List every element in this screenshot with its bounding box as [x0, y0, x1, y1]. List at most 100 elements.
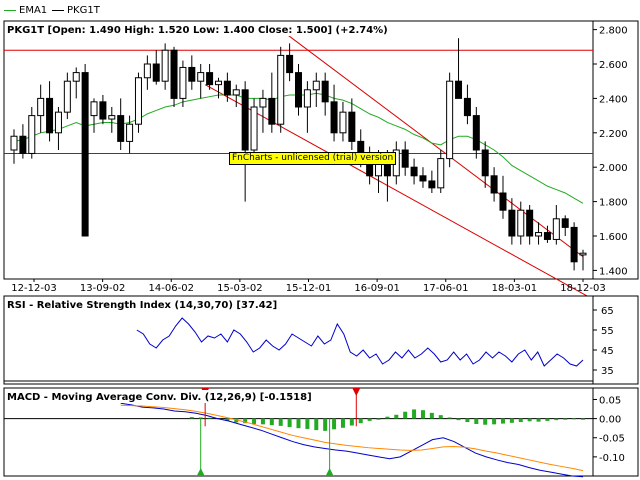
macd-histogram-bar — [447, 417, 452, 419]
macd-histogram-bar — [456, 418, 461, 421]
candle-body — [321, 80, 329, 103]
macd-histogram-bar — [509, 418, 514, 423]
macd-histogram-bar — [305, 418, 310, 429]
price-x-tick-label: 18-12-03 — [560, 283, 605, 294]
candle-body — [170, 49, 178, 99]
candle-body — [143, 63, 151, 79]
candle-body — [561, 218, 569, 228]
candle-body — [312, 80, 320, 91]
candle-body — [463, 97, 471, 117]
price-y-tick-label: 2.200 — [599, 129, 628, 140]
macd-histogram-bar — [438, 415, 443, 419]
macd-histogram-bar — [429, 412, 434, 419]
price-y-tick-label: 2.000 — [599, 163, 628, 174]
price-y-tick-label: 1.400 — [599, 266, 628, 277]
candle-body — [37, 97, 45, 117]
macd-panel: 0.05 0.00 -0.05 -0.10 MACD - Moving Average … — [3, 387, 639, 478]
candle-body — [472, 115, 480, 151]
rsi-y-tick-label: 65 — [601, 306, 614, 317]
macd-histogram-bar — [269, 418, 274, 426]
candle-body — [295, 72, 302, 108]
rsi-y-tick-label: 55 — [601, 326, 614, 337]
candle-body — [223, 80, 231, 96]
macd-histogram-bar — [349, 418, 354, 426]
candle-body — [437, 158, 445, 189]
price-x-tick-label: 15-03-02 — [217, 283, 262, 294]
macd-histogram-bar — [518, 418, 523, 423]
macd-histogram-bar — [536, 418, 541, 422]
candle-body — [535, 232, 543, 237]
price-x-tick-label: 17-06-01 — [423, 283, 468, 294]
candle-body — [214, 80, 222, 86]
candle-body — [481, 149, 489, 177]
price-y-tick-label: 2.400 — [599, 94, 628, 105]
chart-window: EMA1 PKG1T 2.800 2.600 2.400 2.200 2.000 1.80… — [0, 0, 640, 480]
candle-body — [197, 72, 205, 82]
macd-histogram-bar — [323, 418, 328, 431]
price-y-tick-label: 2.600 — [599, 60, 628, 71]
candle-body — [117, 115, 125, 142]
candle-body — [161, 49, 169, 82]
candle-body — [63, 80, 71, 113]
candle-body — [188, 66, 196, 82]
price-chart: 2.800 2.600 2.400 2.200 2.000 1.800 1.600 1.400… — [3, 20, 639, 478]
candle-body — [508, 209, 516, 237]
candle-body — [286, 54, 294, 74]
macd-histogram-bar — [296, 418, 301, 429]
macd-histogram-bar — [492, 418, 497, 425]
macd-histogram-bar — [465, 418, 470, 423]
candle-body — [499, 192, 507, 211]
macd-y-tick-label: 0.05 — [599, 395, 621, 406]
macd-histogram-bar — [332, 418, 337, 430]
price-x-tick-label: 13-09-02 — [80, 283, 125, 294]
candle-body — [259, 97, 267, 108]
candle-body — [126, 123, 134, 142]
candle-body — [410, 166, 418, 177]
macd-histogram-bar — [572, 418, 577, 420]
candle-body — [108, 115, 116, 120]
macd-histogram-bar — [554, 418, 559, 421]
candle-body — [446, 80, 454, 160]
price-y-tick-label: 2.800 — [599, 26, 628, 37]
macd-histogram-bar — [527, 418, 532, 422]
candle-body — [268, 97, 276, 125]
macd-y-tick-label: -0.05 — [599, 434, 625, 445]
macd-histogram-bar — [340, 418, 345, 428]
candle-body — [303, 89, 311, 108]
rsi-panel: 65 55 45 35 RSI - Relative Strength Index (1… — [3, 295, 639, 385]
candle-body — [570, 226, 578, 263]
macd-histogram-bar — [394, 414, 399, 419]
candle-body — [10, 135, 18, 151]
candle-body — [90, 101, 98, 117]
price-x-tick-label: 12-12-03 — [11, 283, 56, 294]
candle-body — [339, 111, 347, 134]
macd-histogram-bar — [287, 418, 292, 428]
macd-histogram-bar — [500, 418, 505, 424]
candle-body — [28, 115, 36, 154]
price-y-tick-label: 1.800 — [599, 198, 628, 209]
macd-histogram-bar — [252, 418, 257, 424]
macd-histogram-bar — [189, 417, 194, 419]
candle-body — [99, 101, 107, 120]
trial-watermark: FnCharts - unlicensed (trial) version — [229, 152, 397, 165]
candle-body — [543, 232, 551, 240]
rsi-y-tick-label: 45 — [601, 346, 614, 357]
macd-title: MACD - Moving Average Conv. Div. (12,26,… — [7, 392, 312, 403]
candle-body — [517, 209, 525, 237]
candle-body — [19, 135, 27, 154]
candle-body — [179, 66, 187, 99]
candle-body — [81, 72, 89, 237]
macd-histogram-bar — [260, 418, 265, 425]
rsi-y-axis — [592, 295, 639, 385]
price-x-tick-label: 15-12-01 — [286, 283, 331, 294]
price-x-tick-label: 18-03-01 — [492, 283, 537, 294]
macd-histogram-bar — [474, 418, 479, 424]
macd-histogram-bar — [358, 418, 363, 424]
macd-histogram-bar — [412, 409, 417, 419]
macd-histogram-bar — [483, 418, 488, 425]
macd-histogram-bar — [376, 418, 381, 420]
macd-histogram-bar — [403, 411, 408, 419]
macd-histogram-bar — [278, 418, 283, 426]
rsi-y-tick-label: 35 — [601, 366, 614, 377]
price-plot-area — [3, 20, 594, 280]
